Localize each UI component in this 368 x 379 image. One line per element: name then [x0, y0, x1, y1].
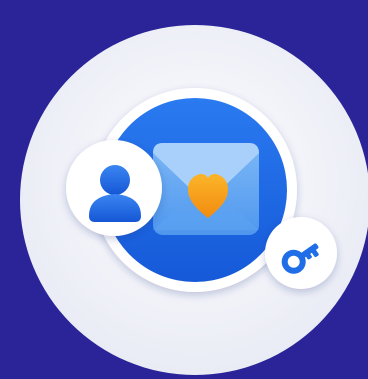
security-illustration — [0, 0, 368, 379]
key-badge — [265, 217, 337, 289]
illustration-canvas — [20, 25, 368, 375]
user-badge — [66, 140, 162, 236]
